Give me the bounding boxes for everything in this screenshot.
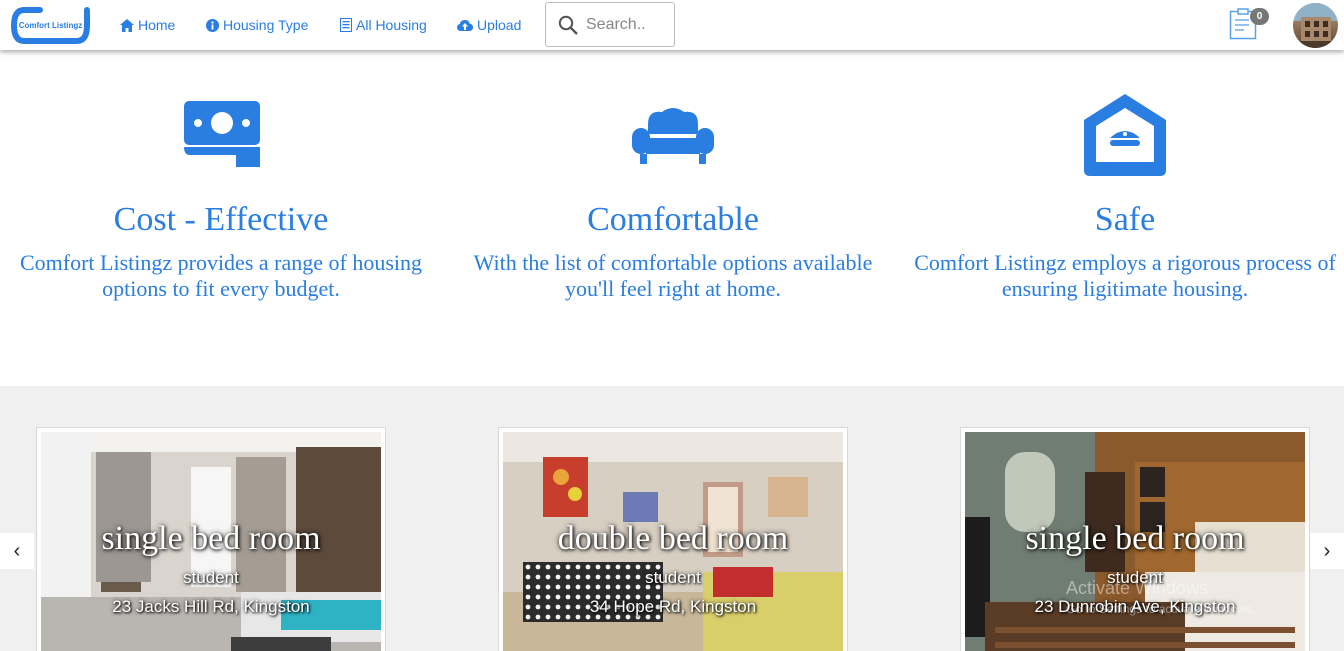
cart-count-badge: 0 [1250, 8, 1269, 25]
listing-image: single bed room student 23 Dunrobin Ave,… [965, 432, 1305, 651]
nav-housing-type[interactable]: Housing Type [206, 16, 308, 34]
feature-title: Safe [1094, 201, 1156, 238]
info-icon [206, 18, 219, 32]
feature-text: Comfort Listingz employs a rigorous proc… [914, 250, 1336, 301]
listing-image: double bed room student 34 Hope Rd, King… [503, 432, 843, 651]
home-icon [120, 18, 134, 32]
feature-comfortable: Comfortable With the list of comfortable… [458, 90, 888, 302]
cloud-upload-icon [457, 19, 473, 31]
listing-address: 34 Hope Rd, Kingston [589, 597, 757, 616]
navbar: Comfort Listingz Home Housing Type All H… [0, 0, 1344, 50]
listing-title: single bed room [1025, 520, 1245, 557]
money-icon [184, 101, 260, 167]
search-icon [558, 15, 578, 35]
feature-title: Cost - Effective [113, 201, 329, 238]
nav-all-housing[interactable]: All Housing [340, 16, 427, 34]
listing-card[interactable]: single bed room student 23 Jacks Hill Rd… [36, 427, 386, 651]
list-icon [340, 18, 352, 32]
nav-housing-type-label: Housing Type [223, 17, 309, 33]
search-input[interactable] [586, 15, 666, 34]
listing-type: student [183, 568, 239, 587]
feature-text: With the list of comfortable options ava… [473, 250, 873, 301]
nav-upload[interactable]: Upload [457, 16, 521, 34]
feature-safe: Safe Comfort Listingz employs a rigorous… [910, 90, 1340, 302]
house-guard-icon [1084, 94, 1166, 176]
windows-watermark-sub: Go to Settings to activate Windows. [1066, 602, 1256, 616]
carousel-next-button[interactable]: › [1310, 533, 1344, 569]
logo[interactable]: Comfort Listingz [10, 6, 91, 45]
logo-text: Comfort Listingz [18, 21, 83, 30]
listing-image: single bed room student 23 Jacks Hill Rd… [41, 432, 381, 651]
listing-type: student [645, 568, 701, 587]
feature-cost-effective: Cost - Effective Comfort Listingz provid… [6, 90, 436, 302]
feature-title: Comfortable [587, 201, 759, 238]
listing-card[interactable]: double bed room student 34 Hope Rd, King… [498, 427, 848, 651]
listing-card[interactable]: single bed room student 23 Dunrobin Ave,… [960, 427, 1310, 651]
windows-watermark: Activate Windows [1066, 578, 1209, 598]
listing-address: 23 Jacks Hill Rd, Kingston [112, 597, 310, 616]
sofa-icon [632, 108, 714, 164]
feature-text: Comfort Listingz provides a range of hou… [19, 250, 423, 301]
avatar-photo [1293, 3, 1338, 48]
nav-upload-label: Upload [477, 17, 522, 33]
search-box[interactable] [545, 2, 675, 47]
listing-title: single bed room [101, 520, 321, 557]
listing-title: double bed room [557, 520, 789, 557]
carousel-prev-button[interactable]: ‹ [0, 533, 34, 569]
nav-all-housing-label: All Housing [356, 17, 427, 33]
nav-home-label: Home [138, 17, 176, 33]
nav-home[interactable]: Home [120, 16, 175, 34]
avatar[interactable] [1293, 3, 1338, 48]
